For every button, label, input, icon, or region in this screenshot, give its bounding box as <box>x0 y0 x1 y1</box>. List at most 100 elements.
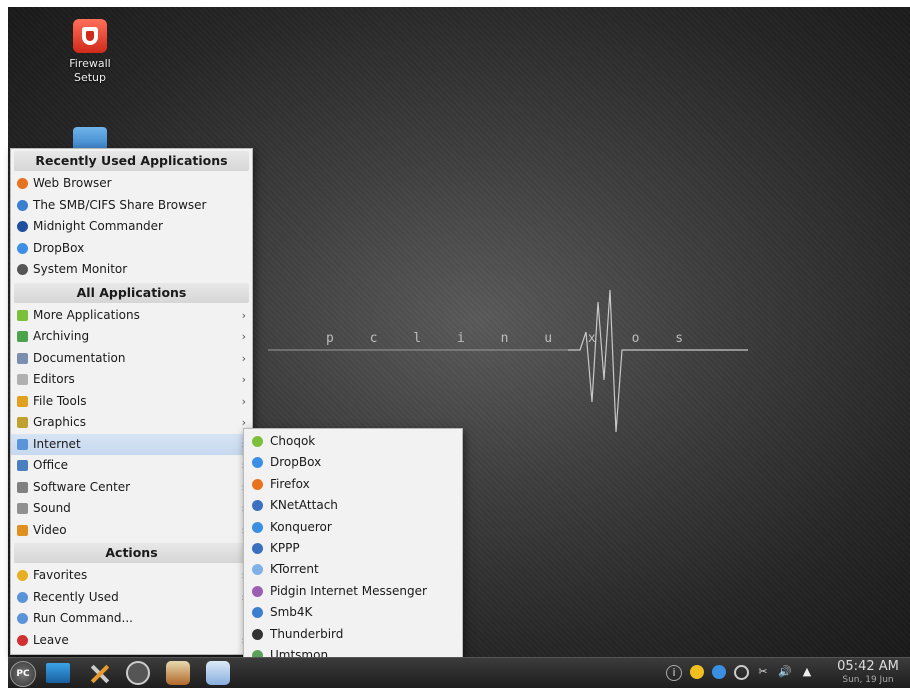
internet-app-label: Choqok <box>270 434 316 448</box>
category-label: More Applications <box>33 307 140 322</box>
firewall-setup-label: Firewall Setup <box>69 57 111 84</box>
internet-submenu: Choqok DropBox Firefox KNetAttach Konqueror K… <box>243 428 463 688</box>
action-leave[interactable]: Leave› <box>11 630 252 652</box>
recently-used-icon <box>17 591 28 603</box>
thunderbird-icon <box>252 628 263 640</box>
internet-app-konqueror[interactable]: Konqueror <box>244 517 462 538</box>
file-tools-icon <box>17 395 28 407</box>
action-run-command[interactable]: Run Command... <box>11 608 252 630</box>
category-documentation[interactable]: Documentation › <box>11 348 252 370</box>
graphics-icon <box>17 417 28 428</box>
package-manager-icon[interactable] <box>166 661 190 685</box>
internet-app-label: Firefox <box>270 476 310 491</box>
network-icon[interactable] <box>712 665 726 679</box>
volume-icon[interactable]: 🔊 <box>778 665 792 679</box>
file-manager-icon[interactable] <box>206 661 230 685</box>
category-sound[interactable]: Sound› <box>11 498 252 520</box>
category-internet[interactable]: Internet› <box>11 433 252 455</box>
more-apps-icon <box>17 309 28 321</box>
pclinuxos-logo <box>268 289 748 433</box>
category-video[interactable]: Video› <box>11 520 252 542</box>
category-editors[interactable]: Editors › <box>11 369 252 391</box>
recent-app-system-monitor[interactable]: System Monitor <box>11 259 252 281</box>
action-recently-used[interactable]: Recently Used› <box>11 587 252 609</box>
help-icon[interactable] <box>126 661 150 685</box>
internet-app-kppp[interactable]: KPPP <box>244 538 462 559</box>
category-label: Internet <box>33 436 81 451</box>
internet-app-label: Thunderbird <box>270 626 344 641</box>
pc-launcher-icon[interactable]: PC <box>10 661 36 687</box>
konqueror-icon <box>252 521 263 533</box>
taskbar: PC i ✂ 🔊 ▲ 05:42 AM Sun, 19 Jun <box>8 657 910 688</box>
firewall-setup-desktop-icon[interactable]: Firewall Setup <box>50 19 130 85</box>
clock[interactable]: 05:42 AM Sun, 19 Jun <box>828 658 908 685</box>
category-label: File Tools <box>33 393 87 408</box>
category-label: Editors <box>33 372 75 386</box>
documentation-icon <box>17 352 28 364</box>
pidgin-icon <box>252 585 263 597</box>
control-center-icon[interactable] <box>86 661 110 685</box>
info-icon[interactable]: i <box>666 665 682 681</box>
action-label: Favorites <box>33 568 88 582</box>
recent-app-midnight-commander[interactable]: Midnight Commander <box>11 216 252 238</box>
wallpaper-logo-text: p c l i n u x o s <box>326 331 698 346</box>
internet-app-pidgin-internet-messenger[interactable]: Pidgin Internet Messenger <box>244 581 462 602</box>
internet-app-ktorrent[interactable]: KTorrent <box>244 559 462 580</box>
leave-icon <box>17 634 28 646</box>
internet-icon <box>17 438 28 450</box>
recent-app-dropbox[interactable]: DropBox <box>11 238 252 260</box>
internet-app-firefox[interactable]: Firefox <box>244 474 462 495</box>
category-office[interactable]: Office› <box>11 455 252 477</box>
recent-apps-header: Recently Used Applications <box>14 151 249 171</box>
chevron-right-icon: › <box>241 308 246 322</box>
category-graphics[interactable]: Graphics › <box>11 412 252 434</box>
recent-app-web-browser[interactable]: Web Browser <box>11 173 252 195</box>
firefox-icon <box>252 478 263 490</box>
action-label: Leave <box>33 632 69 647</box>
recent-app-the-smb-cifs-share-browser[interactable]: The SMB/CIFS Share Browser <box>11 195 252 217</box>
category-more-applications[interactable]: More Applications › <box>11 305 252 327</box>
smb4k-icon <box>252 607 263 619</box>
kppp-icon <box>252 542 263 554</box>
editors-icon <box>17 374 28 385</box>
tray-expand-icon[interactable]: ▲ <box>800 665 814 679</box>
recent-app-label: System Monitor <box>33 262 128 276</box>
action-label: Recently Used <box>33 589 119 604</box>
check-icon[interactable] <box>734 665 749 680</box>
recent-app-label: Midnight Commander <box>33 219 163 233</box>
internet-app-smb4k[interactable]: Smb4K <box>244 602 462 623</box>
internet-app-choqok[interactable]: Choqok <box>244 431 462 452</box>
category-label: Archiving <box>33 329 90 343</box>
chevron-right-icon: › <box>241 351 246 365</box>
all-apps-header: All Applications <box>14 282 249 303</box>
archiving-icon <box>17 331 28 342</box>
internet-app-thunderbird[interactable]: Thunderbird <box>244 624 462 645</box>
internet-app-dropbox[interactable]: DropBox <box>244 452 462 473</box>
midnight-commander-icon <box>17 221 28 232</box>
smb-browser-icon <box>17 199 28 211</box>
category-label: Office <box>33 458 69 472</box>
update-notifier-icon[interactable] <box>690 665 704 679</box>
category-software-center[interactable]: Software Center› <box>11 477 252 499</box>
application-menu: Recently Used Applications Web Browser Th… <box>10 148 253 655</box>
run-command-icon <box>17 613 28 624</box>
category-label: Documentation <box>33 350 126 365</box>
category-label: Video <box>33 522 67 537</box>
internet-app-knetattach[interactable]: KNetAttach <box>244 495 462 516</box>
action-favorites[interactable]: Favorites› <box>11 565 252 587</box>
category-archiving[interactable]: Archiving › <box>11 326 252 348</box>
chevron-right-icon: › <box>241 330 246 343</box>
internet-app-label: KNetAttach <box>270 498 338 513</box>
internet-app-label: DropBox <box>270 455 322 470</box>
tools-tray-icon[interactable]: ✂ <box>756 665 770 679</box>
show-desktop-icon[interactable] <box>46 663 70 683</box>
recent-app-label: Web Browser <box>33 176 112 190</box>
sound-icon <box>17 503 28 514</box>
clock-date: Sun, 19 Jun <box>842 675 894 685</box>
category-file-tools[interactable]: File Tools › <box>11 391 252 413</box>
choqok-icon <box>252 436 263 447</box>
category-label: Sound <box>33 501 71 515</box>
favorites-icon <box>17 570 28 581</box>
internet-app-label: Pidgin Internet Messenger <box>270 583 427 598</box>
ktorrent-icon <box>252 564 263 576</box>
